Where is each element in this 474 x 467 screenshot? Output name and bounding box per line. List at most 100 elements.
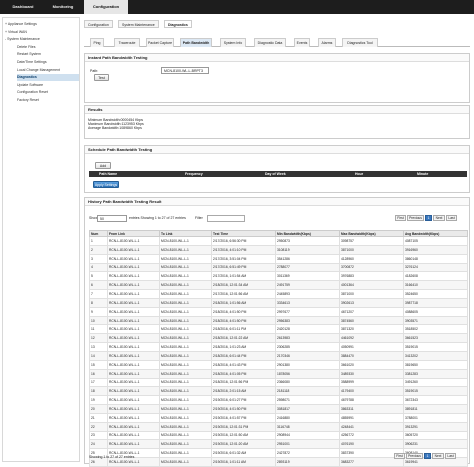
table-cell: 3081817 [275, 404, 340, 414]
results-panel: Results Minimum Bandwidth:0000454 Kbps M… [84, 105, 470, 139]
table-cell: RCN-L-8100-WL-L-1 [107, 342, 160, 352]
tab-dashboard[interactable]: Dashboard [6, 0, 40, 14]
table-row: 23 RCN-L-8100-WL-L-1 MCN-8100-WL-L-1 2/19/2… [89, 430, 468, 441]
table-cell: 2/17/2016, 12:01:56 AM [211, 289, 276, 299]
instant-test-panel: Instant Path Bandwidth Testing Path: MCN… [84, 53, 470, 103]
pagination-bottom-next[interactable]: Next [432, 453, 444, 459]
tab-path-bandwidth[interactable]: Path Bandwidth [180, 38, 212, 47]
tab-alarms[interactable]: Alarms [318, 38, 336, 47]
table-row: 21 RCN-L-8100-WL-L-1 MCN-8100-WL-L-1 2/19/2… [89, 412, 468, 423]
add-schedule-button[interactable]: Add [95, 162, 111, 169]
pagination-bottom-page-1[interactable]: 1 [424, 453, 431, 459]
schedule-title: Schedule Path Bandwidth Testing [85, 146, 469, 154]
table-cell: 3541286 [275, 253, 340, 264]
history-title: History Path Bandwidth Testing Result [85, 198, 469, 206]
table-row: 12 RCN-L-8100-WL-L-1 MCN-8100-WL-L-1 2/18/2… [89, 333, 468, 344]
table-cell: 14 [89, 350, 108, 361]
sidebar-item[interactable]: - System Maintenance [5, 36, 79, 43]
sidebar-item[interactable]: + Virtual WAN [5, 29, 79, 36]
schedule-panel: Schedule Path Bandwidth Testing Add Path… [84, 145, 470, 193]
tab-monitoring[interactable]: Monitoring [44, 0, 82, 14]
filter-input[interactable] [207, 215, 245, 222]
apply-settings-button[interactable]: Apply Settings [93, 181, 119, 188]
table-cell: 2366080 [275, 377, 340, 388]
results-title: Results [85, 106, 469, 114]
table-cell: RCN-L-8100-WL-L-1 [107, 333, 160, 344]
table-cell: 3116748 [275, 421, 340, 432]
tab-diagnostics-tool[interactable]: Diagnostics Tool [342, 38, 378, 47]
sidebar-item[interactable]: Restart System [17, 51, 79, 58]
schedule-table-header: Path Name Frequency Day of Week Hour Min… [89, 171, 467, 177]
table-cell: 21 [89, 412, 108, 423]
breadcrumb-configuration[interactable]: Configuration [84, 20, 113, 28]
table-row: 3 RCN-L-8100-WL-L-1 MCN-8100-WL-L-1 2/17/20… [89, 253, 468, 264]
col-frequency: Frequency [185, 172, 203, 176]
table-cell: MCN-8100-WL-L-1 [159, 289, 212, 299]
table-cell: 3 [89, 253, 108, 264]
table-cell: 3700872 [339, 262, 404, 273]
diagnostics-tabs: Ping Traceroute Packet Capture Path Band… [84, 38, 470, 47]
table-cell: 8 [89, 297, 108, 308]
table-cell: MCN-8100-WL-L-1 [159, 236, 212, 246]
tab-ping[interactable]: Ping [90, 38, 104, 47]
table-cell: 3605720 [403, 430, 468, 441]
table-cell: 3519015 [403, 386, 468, 397]
table-cell: MCN-8100-WL-L-1 [159, 359, 212, 370]
sidebar-item[interactable]: Delete Files [17, 44, 79, 51]
table-cell: 2951001 [275, 439, 340, 450]
breadcrumb-system-maintenance[interactable]: System Maintenance [118, 20, 159, 28]
table-cell: RCN-L-8100-WL-L-1 [107, 368, 160, 379]
table-cell: 2416880 [275, 412, 340, 423]
table-cell: MCN-8100-WL-L-1 [159, 297, 212, 308]
table-cell: 3491260 [403, 377, 468, 388]
sidebar-item[interactable]: Factory Reset [17, 97, 79, 104]
breadcrumb: Configuration System Maintenance Diagnos… [84, 20, 464, 28]
table-cell: 2/17/2016, 3:51:04 PM [211, 253, 276, 264]
sidebar-item[interactable]: Configuration Reset [17, 89, 79, 96]
tab-packet-capture[interactable]: Packet Capture [146, 38, 174, 47]
table-cell: 3524650 [403, 289, 468, 299]
table-cell: 3884470 [339, 350, 404, 361]
pagination-last[interactable]: Last [446, 215, 457, 221]
table-cell: 3334613 [275, 297, 340, 308]
table-cell: 1878056 [275, 368, 340, 379]
tab-traceroute[interactable]: Traceroute [114, 38, 140, 47]
tab-events[interactable]: Events [294, 38, 310, 47]
table-cell: 2/19/2016, 4:01:57 PM [211, 412, 276, 423]
table-cell: RCN-L-8100-WL-L-1 [107, 236, 160, 246]
table-cell: 3874560 [339, 315, 404, 326]
table-cell: MCN-8100-WL-L-1 [159, 350, 212, 361]
tab-configuration[interactable]: Configuration [84, 0, 128, 14]
pagination-bottom-last[interactable]: Last [445, 453, 456, 459]
tab-system-info[interactable]: System Info [220, 38, 246, 47]
sidebar-item[interactable]: Local Change Management [17, 67, 79, 74]
table-cell: 2491759 [275, 280, 340, 291]
tab-diagnostic-data[interactable]: Diagnostic Data [254, 38, 286, 47]
sidebar-item[interactable]: Update Software [17, 82, 79, 89]
table-cell: 2/19/2016, 4:01:50 PM [211, 404, 276, 414]
table-cell: 3902613 [339, 297, 404, 308]
table-cell: 23 [89, 430, 108, 441]
pagination-previous[interactable]: Previous [407, 215, 424, 221]
entries-per-page-value: 50 [100, 217, 104, 221]
table-cell: 3891811 [403, 404, 468, 414]
table-cell: 2950873 [275, 236, 340, 246]
table-cell: RCN-L-8100-WL-L-1 [107, 421, 160, 432]
pagination-first[interactable]: First [395, 215, 406, 221]
table-cell: 2/18/2016, 4:01:05 PM [211, 368, 276, 379]
entries-per-page-select[interactable]: 50 [97, 215, 127, 222]
sidebar-item[interactable]: + Appliance Settings [5, 21, 79, 28]
path-select-value: MCN-8100-WL-L-BRPT3 [164, 69, 203, 73]
pagination-bottom-first[interactable]: First [394, 453, 405, 459]
sidebar-item[interactable]: Diagnostics [17, 74, 79, 82]
sidebar-item[interactable]: Date/Time Settings [17, 59, 79, 66]
path-select[interactable]: MCN-8100-WL-L-BRPT3 [161, 67, 209, 74]
pagination-page-1[interactable]: 1 [425, 215, 432, 221]
table-row: 22 RCN-L-8100-WL-L-1 MCN-8100-WL-L-1 2/19/2… [89, 421, 468, 432]
pagination-bottom-previous[interactable]: Previous [406, 453, 423, 459]
pagination-next[interactable]: Next [433, 215, 445, 221]
table-cell: MCN-8100-WL-L-1 [159, 404, 212, 414]
table-cell: 4256772 [339, 430, 404, 441]
test-button[interactable]: Test [94, 74, 109, 81]
table-cell: 1 [89, 236, 108, 246]
